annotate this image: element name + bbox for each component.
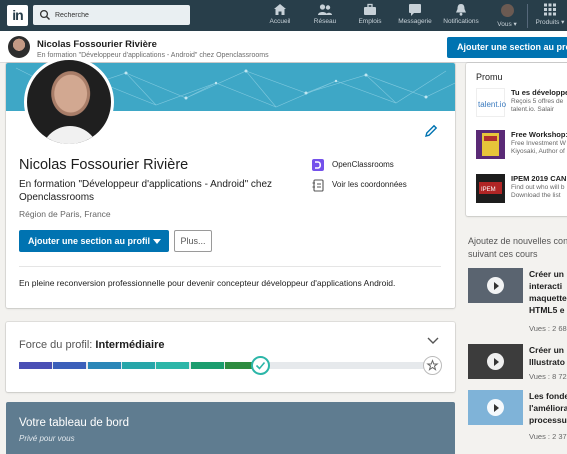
network-icon <box>318 4 332 15</box>
bell-icon <box>456 4 466 16</box>
strength-goal-marker <box>423 356 442 375</box>
grid-icon <box>544 3 556 16</box>
openclassrooms-logo-icon <box>312 159 324 171</box>
chevron-down-icon[interactable] <box>426 336 440 346</box>
check-icon <box>255 361 266 370</box>
add-profile-section-label: Ajouter une section au profil <box>28 236 151 246</box>
nav-products-label: Produits ▾ <box>535 19 565 26</box>
course-views: Vues : 8 72 <box>529 372 567 381</box>
edit-pencil-icon[interactable] <box>424 124 438 138</box>
promo-description: Free Investment W Kiyosaki, Author of <box>511 140 566 156</box>
promo-title: IPEM 2019 CAN <box>511 174 567 183</box>
course-title: Créer un interacti maquette HTML5 e <box>529 269 567 315</box>
profile-summary: En pleine reconversion professionnelle p… <box>19 278 396 288</box>
dashboard-title: Votre tableau de bord <box>19 417 129 429</box>
play-icon <box>487 353 504 370</box>
contact-info-link[interactable]: Voir les coordonnées <box>312 179 407 192</box>
sticky-profile-bar: Nicolas Fossourier Rivière En formation … <box>0 31 567 63</box>
course-views: Vues : 2 37 <box>529 432 567 441</box>
nav-me-label: Vous ▾ <box>497 21 517 28</box>
svg-text:talent.io: talent.io <box>478 100 506 109</box>
promoted-header: Promu <box>476 72 503 82</box>
strength-meter-segment <box>87 362 121 369</box>
profile-strength-card <box>6 322 455 392</box>
home-icon <box>274 4 286 15</box>
dashboard-subtitle: Privé pour vous <box>19 434 75 443</box>
search-input[interactable] <box>33 5 190 25</box>
promo-title: Free Workshop: <box>511 130 567 139</box>
promo-desc-line: Reçois 5 offres de <box>511 98 564 105</box>
profile-name: Nicolas Fossourier Rivière <box>19 157 189 173</box>
course-thumbnail <box>468 390 523 425</box>
book-cover-image <box>476 130 505 159</box>
promo-title: Tu es développe <box>511 88 567 97</box>
promo-desc-line: Kiyosaki, Author of <box>511 148 565 155</box>
nav-me[interactable]: Vous ▾ <box>493 3 521 29</box>
strength-meter-segment <box>53 362 87 369</box>
promo-desc-line: talent.io. Salair <box>511 106 554 113</box>
profile-photo[interactable] <box>24 57 114 147</box>
nav-notifications[interactable]: Notifications <box>441 3 481 29</box>
course-title: Créer un Illustrato <box>529 345 565 367</box>
profile-strength-level: Intermédiaire <box>95 339 165 351</box>
nav-messaging-label: Messagerie <box>398 18 432 25</box>
nav-network-label: Réseau <box>313 18 337 25</box>
nav-notifications-label: Notifications <box>443 18 479 25</box>
top-navigation: in Accueil Réseau Emplois Messagerie Not… <box>0 0 567 31</box>
course-thumbnail <box>468 344 523 379</box>
nav-products[interactable]: Produits ▾ <box>533 3 567 29</box>
courses-header: Ajoutez de nouvelles con suivant ces cou… <box>468 236 567 259</box>
school-link[interactable]: OpenClassrooms <box>312 159 394 171</box>
profile-photo-shirt <box>41 126 99 144</box>
promo-desc-line: Download the list <box>511 192 561 199</box>
course-thumbnail <box>468 268 523 303</box>
nav-jobs[interactable]: Emplois <box>356 3 384 29</box>
promo-description: Find out who will b Download the list <box>511 184 564 200</box>
course-title: Les fonde l'améliora processu <box>529 391 567 425</box>
play-icon <box>487 277 504 294</box>
nav-network[interactable]: Réseau <box>311 3 339 29</box>
strength-meter-segment <box>156 362 190 369</box>
strength-meter-segment <box>190 362 224 369</box>
strength-checkpoint-marker <box>251 356 270 375</box>
profile-headline: En formation "Développeur d'applications… <box>19 179 273 203</box>
profile-strength-label: Force du profil: <box>19 339 96 351</box>
school-name: OpenClassrooms <box>332 160 394 169</box>
ipem-logo: IPEM <box>476 174 505 203</box>
promo-description: Reçois 5 offres de talent.io. Salair <box>511 98 563 114</box>
promo-desc-line: Free Investment W <box>511 140 566 147</box>
contact-info-label: Voir les coordonnées <box>332 180 407 189</box>
me-avatar <box>500 4 514 17</box>
strength-meter-segment <box>19 362 52 369</box>
nav-messaging[interactable]: Messagerie <box>397 3 433 29</box>
add-profile-section-button[interactable]: Ajouter une section au profil <box>19 230 169 252</box>
course-views: Vues : 2 68 <box>529 324 567 333</box>
nav-home-label: Accueil <box>269 18 291 25</box>
profile-divider <box>19 266 441 267</box>
sticky-add-section-button[interactable]: Ajouter une section au profil <box>447 37 567 58</box>
chevron-down-icon <box>153 239 161 244</box>
messaging-icon <box>409 4 421 16</box>
talentio-logo: talent.io <box>476 88 507 117</box>
search-box[interactable] <box>33 5 190 25</box>
svg-text:IPEM: IPEM <box>481 187 496 193</box>
strength-meter-segment <box>122 362 155 369</box>
profile-location: Région de Paris, France <box>19 209 111 219</box>
briefcase-icon <box>364 3 376 15</box>
promo-desc-line: Find out who will b <box>511 184 565 191</box>
contact-card-icon <box>312 179 324 192</box>
nav-home[interactable]: Accueil <box>266 3 294 29</box>
nav-jobs-label: Emplois <box>358 18 382 25</box>
nav-separator <box>527 4 528 28</box>
sticky-name: Nicolas Fossourier Rivière <box>37 39 157 50</box>
linkedin-logo[interactable]: in <box>7 5 28 26</box>
play-icon <box>487 399 504 416</box>
star-icon <box>426 359 439 371</box>
more-button[interactable]: Plus... <box>174 230 212 252</box>
sticky-avatar <box>8 36 30 58</box>
profile-strength-title: Force du profil: Intermédiaire <box>19 339 165 351</box>
